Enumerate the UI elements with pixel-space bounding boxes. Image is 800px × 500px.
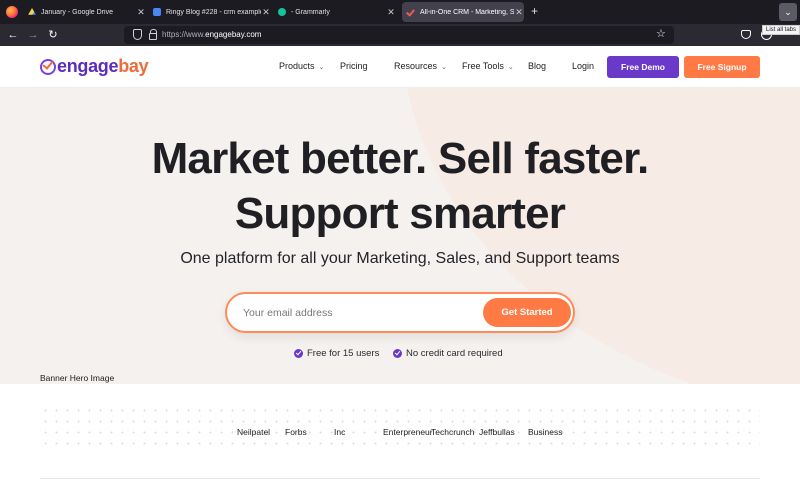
nav-label: Login: [572, 61, 595, 71]
chevron-down-icon: ⌄: [507, 64, 514, 71]
tab-ringy-blog[interactable]: Ringy Blog #228 - crm example ✕: [153, 2, 271, 22]
tab-engagebay[interactable]: All-in-One CRM - Marketing, Sal ✕: [402, 2, 524, 22]
check-circle-icon: [294, 349, 303, 358]
email-signup-form: Get Started: [225, 292, 575, 333]
nav-products[interactable]: Products ⌄: [279, 61, 324, 71]
logo-text-engage: engage: [57, 56, 119, 76]
tab-title: All-in-One CRM - Marketing, Sal: [420, 8, 514, 16]
tab-title: - Grammarly: [291, 8, 330, 16]
chevron-down-icon: ⌄: [318, 64, 325, 71]
url-domain: engagebay.com: [205, 30, 262, 39]
brand-logo-jeffbullas: Jeffbullas: [479, 427, 515, 437]
tab-close-icon[interactable]: ✕: [136, 7, 146, 18]
engagebay-logo-icon: [40, 58, 56, 75]
dot-pattern: [40, 405, 760, 445]
hero-subheadline: One platform for all your Marketing, Sal…: [180, 250, 620, 267]
nav-blog[interactable]: Blog: [528, 61, 546, 71]
tab-close-icon[interactable]: ✕: [386, 7, 396, 18]
list-tabs-icon[interactable]: ⌄: [779, 3, 797, 21]
nav-label: Blog: [528, 61, 547, 71]
perk-no-credit-card: No credit card required: [393, 348, 503, 359]
forward-icon[interactable]: →: [26, 28, 40, 42]
google-drive-icon: [28, 8, 36, 15]
perk-text: No credit card required: [406, 348, 503, 359]
nav-login[interactable]: Login: [572, 61, 594, 71]
check-circle-icon: [393, 349, 402, 358]
list-tabs-tooltip: List all tabs: [762, 25, 800, 35]
banner-hero-image-alt: Banner Hero Image: [40, 373, 115, 383]
free-demo-button[interactable]: Free Demo: [607, 56, 679, 78]
tab-grammarly[interactable]: - Grammarly ✕: [278, 2, 396, 22]
nav-resources[interactable]: Resources ⌄: [394, 61, 447, 71]
brand-logo-forbs: Forbs: [285, 427, 307, 437]
hero-headline-line2: Support smarter: [234, 189, 566, 238]
perk-free-users: Free for 15 users: [294, 348, 379, 359]
nav-free-tools[interactable]: Free Tools ⌄: [462, 61, 514, 71]
email-input[interactable]: [243, 303, 473, 323]
nav-pricing[interactable]: Pricing: [340, 61, 368, 71]
grammarly-icon: [278, 8, 286, 16]
perk-text: Free for 15 users: [307, 348, 380, 359]
free-signup-button[interactable]: Free Signup: [684, 56, 760, 78]
lock-icon[interactable]: [149, 29, 157, 40]
tab-google-drive[interactable]: January - Google Drive ✕: [28, 2, 146, 22]
nav-label: Resources: [394, 61, 438, 71]
bookmark-star-icon[interactable]: ☆: [656, 27, 666, 40]
tab-title: January - Google Drive: [41, 8, 113, 16]
new-tab-icon[interactable]: +: [531, 4, 538, 18]
brand-logo-business: Business: [528, 427, 563, 437]
get-started-button[interactable]: Get Started: [483, 298, 571, 327]
url-text[interactable]: https://www.engagebay.com: [162, 30, 261, 39]
brand-logo-neilpatel: Neilpatel: [237, 427, 271, 437]
tab-close-icon[interactable]: ✕: [514, 7, 524, 18]
nav-label: Pricing: [340, 61, 368, 71]
brand-logo-techcrunch: Techcrunch: [431, 427, 475, 437]
chevron-down-icon: ⌄: [441, 64, 447, 71]
reload-icon[interactable]: ↻: [46, 28, 60, 42]
shield-icon[interactable]: [133, 29, 142, 40]
firefox-icon[interactable]: [6, 6, 18, 18]
engagebay-icon: [407, 8, 415, 16]
brand-logo-enterpreneur: Enterpreneur: [383, 427, 433, 437]
url-protocol: https://www.: [162, 30, 206, 39]
engagebay-logo[interactable]: engage bay: [40, 56, 149, 77]
tab-close-icon[interactable]: ✕: [261, 7, 271, 18]
back-icon[interactable]: ←: [6, 28, 20, 42]
hero-headline-line1: Market better. Sell faster.: [151, 134, 650, 183]
logo-text-bay: bay: [118, 56, 149, 76]
tab-title: Ringy Blog #228 - crm example: [166, 8, 261, 16]
nav-label: Products: [279, 61, 315, 71]
nav-label: Free Tools: [462, 61, 504, 71]
section-divider: [40, 478, 760, 479]
brand-logo-inc: Inc: [334, 427, 346, 437]
google-docs-icon: [153, 8, 161, 16]
